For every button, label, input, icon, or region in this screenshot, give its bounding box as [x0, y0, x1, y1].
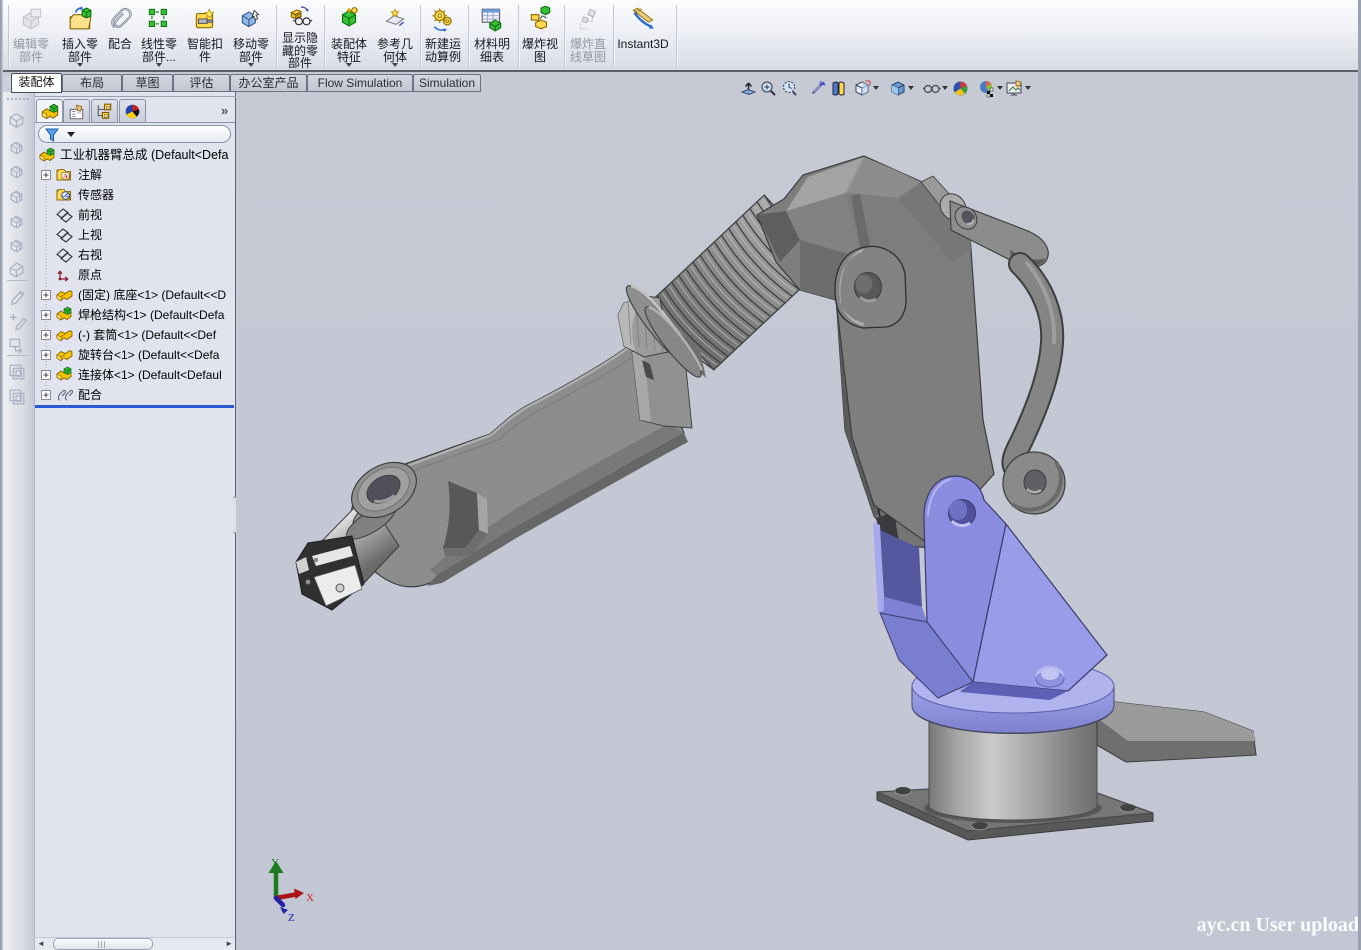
svg-text:旋转台<1> (Default<<Defa: 旋转台<1> (Default<<Defa	[78, 347, 220, 362]
svg-text:工业机器臂总成 (Default<Defa: 工业机器臂总成 (Default<Defa	[60, 148, 228, 162]
svg-text:连接体<1> (Default<Defaul: 连接体<1> (Default<Defaul	[78, 367, 222, 382]
svg-text:(-) 套筒<1> (Default<<Def: (-) 套筒<1> (Default<<Def	[78, 327, 217, 342]
svg-text:右视: 右视	[78, 247, 102, 262]
svg-text:Y: Y	[271, 857, 279, 869]
svg-text:焊枪结构<1> (Default<Defa: 焊枪结构<1> (Default<Defa	[78, 307, 225, 322]
svg-text:注解: 注解	[78, 167, 102, 182]
svg-text:A: A	[63, 173, 68, 180]
svg-text:原点: 原点	[78, 268, 102, 282]
svg-text:上视: 上视	[78, 227, 102, 242]
svg-text:(固定) 底座<1> (Default<<D: (固定) 底座<1> (Default<<D	[78, 287, 226, 302]
svg-text:传感器: 传感器	[78, 187, 114, 202]
svg-text:前视: 前视	[78, 207, 102, 222]
svg-text:配合: 配合	[78, 387, 102, 402]
svg-text:Z: Z	[288, 912, 295, 924]
svg-text:X: X	[306, 892, 314, 904]
